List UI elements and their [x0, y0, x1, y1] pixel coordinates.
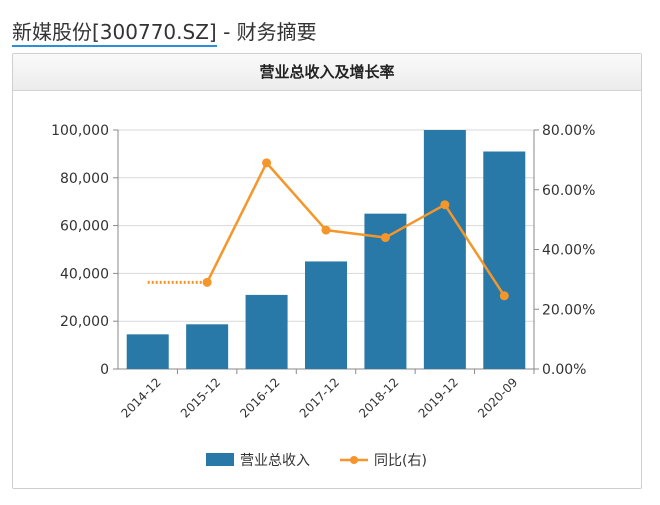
right-axis-tick-label: 60.00%	[542, 183, 595, 199]
revenue-chart: 0 20,000 40,000 60,000 80,000 100,000 0.00% 20.…	[51, 123, 595, 469]
bar	[483, 151, 526, 369]
right-axis-tick-label: 0.00%	[542, 362, 586, 378]
x-axis-tick-label: 2016-12	[237, 375, 282, 420]
left-axis-tick-label: 100,000	[51, 123, 109, 139]
growth-point	[262, 158, 272, 168]
left-axis-tick-label: 0	[100, 362, 109, 378]
left-axis-tick-label: 20,000	[60, 314, 109, 330]
bar	[423, 130, 466, 369]
growth-point	[440, 200, 450, 210]
x-axis-tick-label: 2015-12	[178, 375, 223, 420]
growth-point	[499, 291, 509, 301]
right-axis-tick-label: 20.00%	[542, 302, 595, 318]
x-axis-tick-label: 2014-12	[118, 375, 163, 420]
left-axis-tick-label: 40,000	[60, 266, 109, 282]
right-axis-tick-label: 80.00%	[542, 123, 595, 139]
x-axis-tick-label: 2018-12	[356, 375, 401, 420]
legend-bar-swatch	[206, 453, 234, 466]
legend-line-marker	[350, 456, 358, 464]
bar	[126, 334, 169, 369]
left-axis-tick-label: 80,000	[60, 171, 109, 187]
growth-point	[380, 233, 390, 243]
legend-line-label: 同比(右)	[374, 453, 427, 469]
bar	[305, 261, 347, 369]
bar	[186, 324, 229, 369]
left-axis-tick-label: 60,000	[60, 219, 109, 235]
legend-bar-label: 营业总收入	[240, 453, 310, 469]
growth-point	[202, 277, 212, 287]
x-axis-tick-label: 2017-12	[297, 375, 342, 420]
bar	[245, 294, 288, 369]
x-axis-tick-label: 2019-12	[416, 375, 461, 420]
right-axis-tick-label: 40.00%	[542, 243, 595, 259]
x-axis-tick-label: 2020-09	[475, 375, 520, 420]
growth-point	[321, 225, 331, 235]
